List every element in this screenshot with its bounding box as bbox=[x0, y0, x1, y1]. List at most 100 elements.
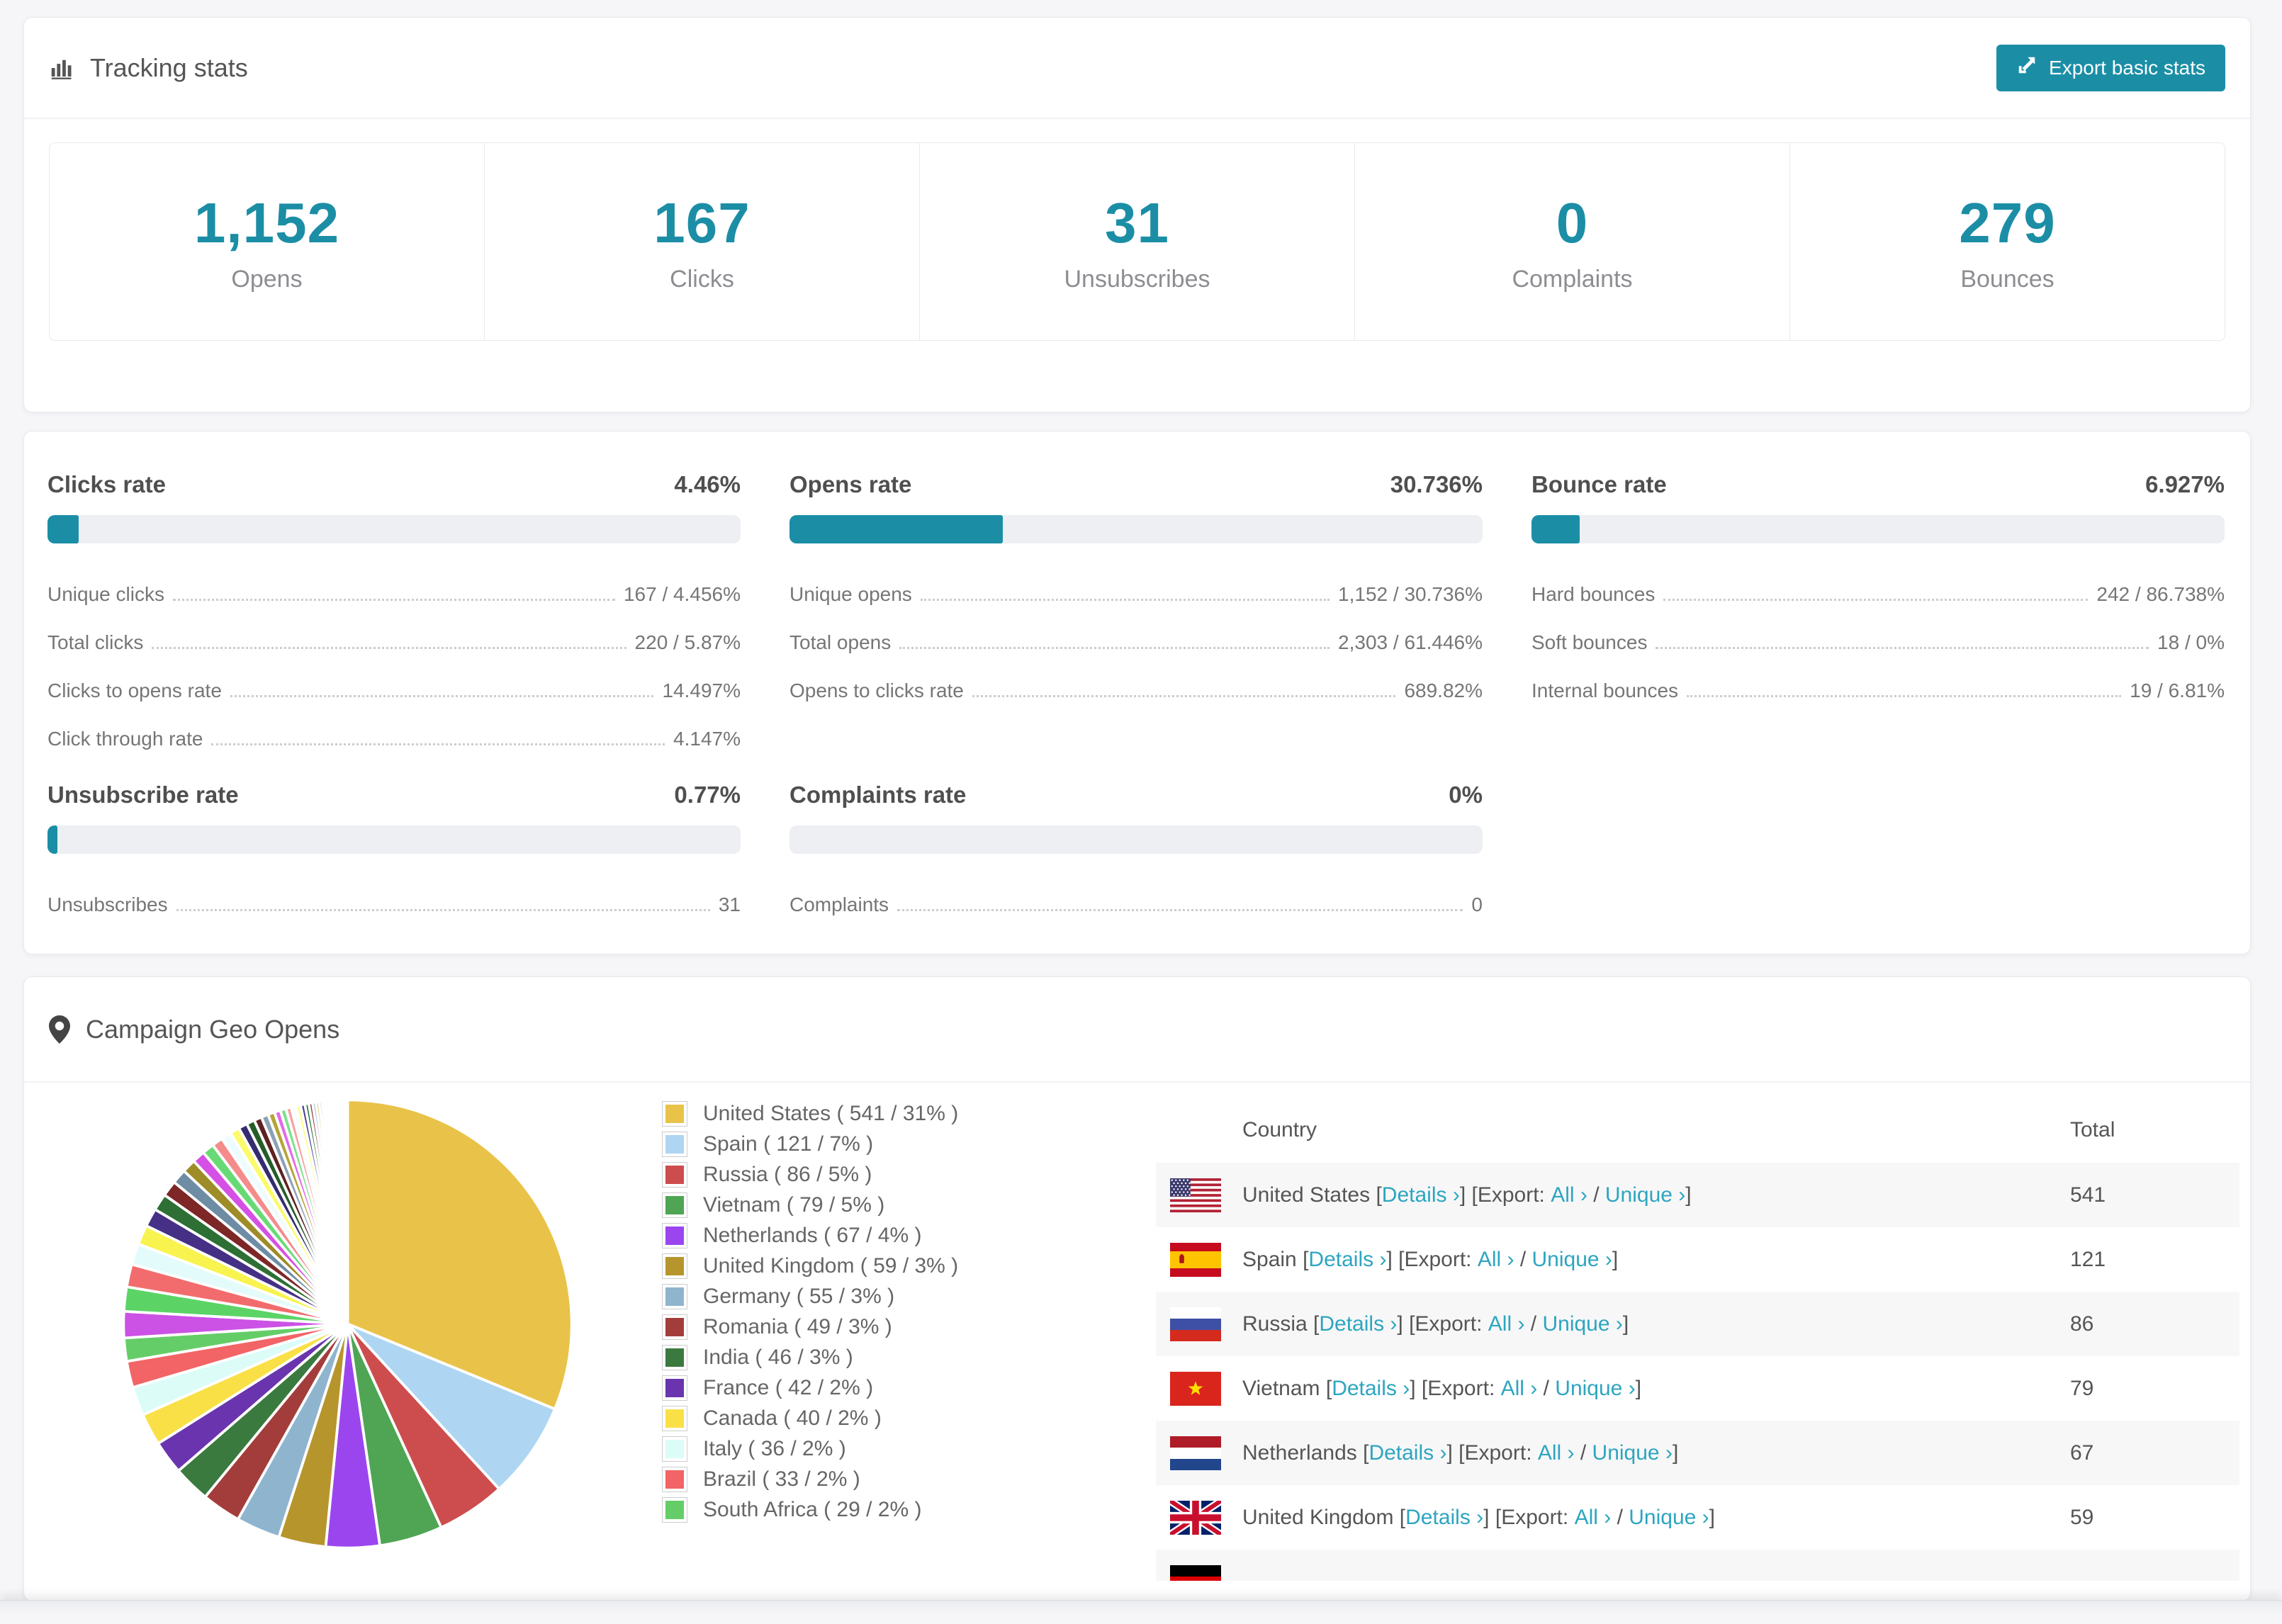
clicks-count: 167 bbox=[653, 191, 751, 254]
export-unique-link[interactable]: Unique › bbox=[1629, 1506, 1709, 1530]
export-unique-link[interactable]: Unique › bbox=[1532, 1248, 1612, 1272]
legend-item-united-kingdom[interactable]: United Kingdom ( 59 / 3% ) bbox=[662, 1251, 958, 1281]
legend-label: United States ( 541 / 31% ) bbox=[703, 1101, 959, 1125]
row-value: 167 / 4.456% bbox=[623, 583, 741, 605]
stat-row: Clicks to opens rate 14.497% bbox=[47, 660, 741, 708]
russia-flag-icon bbox=[1170, 1307, 1221, 1341]
export-all-link[interactable]: All › bbox=[1478, 1248, 1514, 1272]
stat-row: Hard bounces 242 / 86.738% bbox=[1531, 563, 2225, 611]
vietnam-flag-icon bbox=[1170, 1371, 1221, 1406]
row-label: Unsubscribes bbox=[47, 893, 168, 915]
export-unique-link[interactable]: Unique › bbox=[1555, 1377, 1635, 1401]
legend-item-south-africa[interactable]: South Africa ( 29 / 2% ) bbox=[662, 1494, 958, 1525]
export-all-link[interactable]: All › bbox=[1575, 1506, 1612, 1530]
stat-row: Complaints 0 bbox=[789, 874, 1483, 922]
dotted-leader bbox=[1663, 599, 2089, 601]
export-button-label: Export basic stats bbox=[2049, 56, 2205, 79]
geo-opens-pie-chart[interactable] bbox=[119, 1095, 576, 1552]
total-column-header: Total bbox=[2070, 1117, 2115, 1141]
stat-box-opens: 1,152 Opens bbox=[50, 143, 485, 340]
country-total: 79 bbox=[2070, 1376, 2094, 1400]
legend-label: Russia ( 86 / 5% ) bbox=[703, 1162, 872, 1186]
details-link[interactable]: Details › bbox=[1332, 1377, 1410, 1401]
complaints-rate-value: 0% bbox=[1449, 782, 1483, 808]
row-label: Click through rate bbox=[47, 728, 203, 750]
geo-card-title-text: Campaign Geo Opens bbox=[86, 1014, 340, 1044]
legend-label: Romania ( 49 / 3% ) bbox=[703, 1314, 892, 1338]
legend-item-romania[interactable]: Romania ( 49 / 3% ) bbox=[662, 1312, 958, 1342]
complaints-rate-progressbar bbox=[789, 825, 1483, 854]
row-label: Unique clicks bbox=[47, 583, 164, 605]
tracking-stats-page: Tracking stats Export basic stats 1,152 … bbox=[0, 0, 2282, 1624]
country-name: United Kingdom bbox=[1242, 1505, 1394, 1529]
row-label: Unique opens bbox=[789, 583, 912, 605]
export-all-link[interactable]: All › bbox=[1551, 1183, 1587, 1207]
rate-section-bounce: Bounce rate 6.927% Hard bounces 242 / 86.… bbox=[1531, 471, 2225, 756]
details-link[interactable]: Details › bbox=[1382, 1183, 1460, 1207]
legend-item-india[interactable]: India ( 46 / 3% ) bbox=[662, 1342, 958, 1372]
row-value: 31 bbox=[718, 893, 741, 915]
campaign-geo-opens-card: Campaign Geo Opens United States ( 541 /… bbox=[23, 976, 2251, 1601]
row-label: Soft bounces bbox=[1531, 631, 1648, 653]
legend-item-united-states[interactable]: United States ( 541 / 31% ) bbox=[662, 1098, 958, 1129]
details-link[interactable]: Details › bbox=[1405, 1506, 1483, 1530]
row-label: Total clicks bbox=[47, 631, 144, 653]
details-link[interactable]: Details › bbox=[1368, 1441, 1446, 1465]
legend-swatch bbox=[662, 1344, 687, 1370]
opens-rate-progressbar bbox=[789, 515, 1483, 543]
legend-item-italy[interactable]: Italy ( 36 / 2% ) bbox=[662, 1433, 958, 1464]
tracking-card-header: Tracking stats Export basic stats bbox=[24, 18, 2250, 119]
stat-row: Soft bounces 18 / 0% bbox=[1531, 611, 2225, 660]
dotted-leader bbox=[176, 909, 710, 911]
bounce-rate-title: Bounce rate bbox=[1531, 471, 1667, 497]
export-unique-link[interactable]: Unique › bbox=[1542, 1312, 1622, 1336]
legend-item-france[interactable]: France ( 42 / 2% ) bbox=[662, 1372, 958, 1403]
legend-item-germany[interactable]: Germany ( 55 / 3% ) bbox=[662, 1281, 958, 1312]
country-name: United States bbox=[1242, 1183, 1371, 1207]
row-value: 1,152 / 30.736% bbox=[1338, 583, 1483, 605]
legend-item-russia[interactable]: Russia ( 86 / 5% ) bbox=[662, 1159, 958, 1190]
legend-label: Netherlands ( 67 / 4% ) bbox=[703, 1223, 922, 1247]
stat-row: Total opens 2,303 / 61.446% bbox=[789, 611, 1483, 660]
export-all-link[interactable]: All › bbox=[1501, 1377, 1538, 1401]
export-all-link[interactable]: All › bbox=[1488, 1312, 1525, 1336]
legend-swatch bbox=[662, 1496, 687, 1523]
details-link[interactable]: Details › bbox=[1308, 1248, 1386, 1272]
clicks-rate-title: Clicks rate bbox=[47, 471, 166, 497]
legend-swatch bbox=[662, 1222, 687, 1248]
legend-label: Spain ( 121 / 7% ) bbox=[703, 1132, 874, 1156]
legend-label: Germany ( 55 / 3% ) bbox=[703, 1284, 895, 1308]
legend-item-canada[interactable]: Canada ( 40 / 2% ) bbox=[662, 1403, 958, 1433]
legend-item-brazil[interactable]: Brazil ( 33 / 2% ) bbox=[662, 1464, 958, 1494]
legend-item-vietnam[interactable]: Vietnam ( 79 / 5% ) bbox=[662, 1190, 958, 1220]
uk-flag-icon bbox=[1170, 1500, 1221, 1535]
export-all-link[interactable]: All › bbox=[1538, 1441, 1575, 1465]
rates-grid: Clicks rate 4.46% Unique clicks 167 / 4.4… bbox=[24, 432, 2250, 922]
netherlands-flag-icon bbox=[1170, 1436, 1221, 1470]
table-row-spain: Spain [Details ›] [Export: All › / Uniqu… bbox=[1156, 1227, 2239, 1292]
export-unique-link[interactable]: Unique › bbox=[1605, 1183, 1685, 1207]
row-label: Total opens bbox=[789, 631, 892, 653]
export-basic-stats-button[interactable]: Export basic stats bbox=[1996, 44, 2225, 91]
tracking-card-title: Tracking stats bbox=[49, 53, 248, 83]
legend-item-netherlands[interactable]: Netherlands ( 67 / 4% ) bbox=[662, 1220, 958, 1251]
country-total: 541 bbox=[2070, 1183, 2106, 1207]
row-label: Clicks to opens rate bbox=[47, 680, 222, 701]
clicks-rate-value: 4.46% bbox=[674, 471, 741, 497]
bounce-rate-progressbar bbox=[1531, 515, 2225, 543]
stat-box-complaints: 0 Complaints bbox=[1355, 143, 1790, 340]
geo-card-body: United States ( 541 / 31% ) Spain ( 121 … bbox=[24, 1083, 2250, 1601]
legend-item-spain[interactable]: Spain ( 121 / 7% ) bbox=[662, 1129, 958, 1159]
legend-swatch bbox=[662, 1314, 687, 1340]
us-flag-icon bbox=[1170, 1178, 1221, 1212]
bounce-rate-value: 6.927% bbox=[2145, 471, 2225, 497]
rate-section-complaints: Complaints rate 0% Complaints 0 bbox=[789, 782, 1483, 922]
details-link[interactable]: Details › bbox=[1319, 1312, 1397, 1336]
pie-legend: United States ( 541 / 31% ) Spain ( 121 … bbox=[662, 1098, 958, 1525]
table-row-united-kingdom: United Kingdom [Details ›] [Export: All … bbox=[1156, 1485, 2239, 1550]
export-unique-link[interactable]: Unique › bbox=[1592, 1441, 1673, 1465]
row-value: 242 / 86.738% bbox=[2096, 583, 2225, 605]
country-column-header: Country bbox=[1242, 1117, 1317, 1141]
row-label: Complaints bbox=[789, 893, 889, 915]
legend-label: India ( 46 / 3% ) bbox=[703, 1345, 853, 1369]
